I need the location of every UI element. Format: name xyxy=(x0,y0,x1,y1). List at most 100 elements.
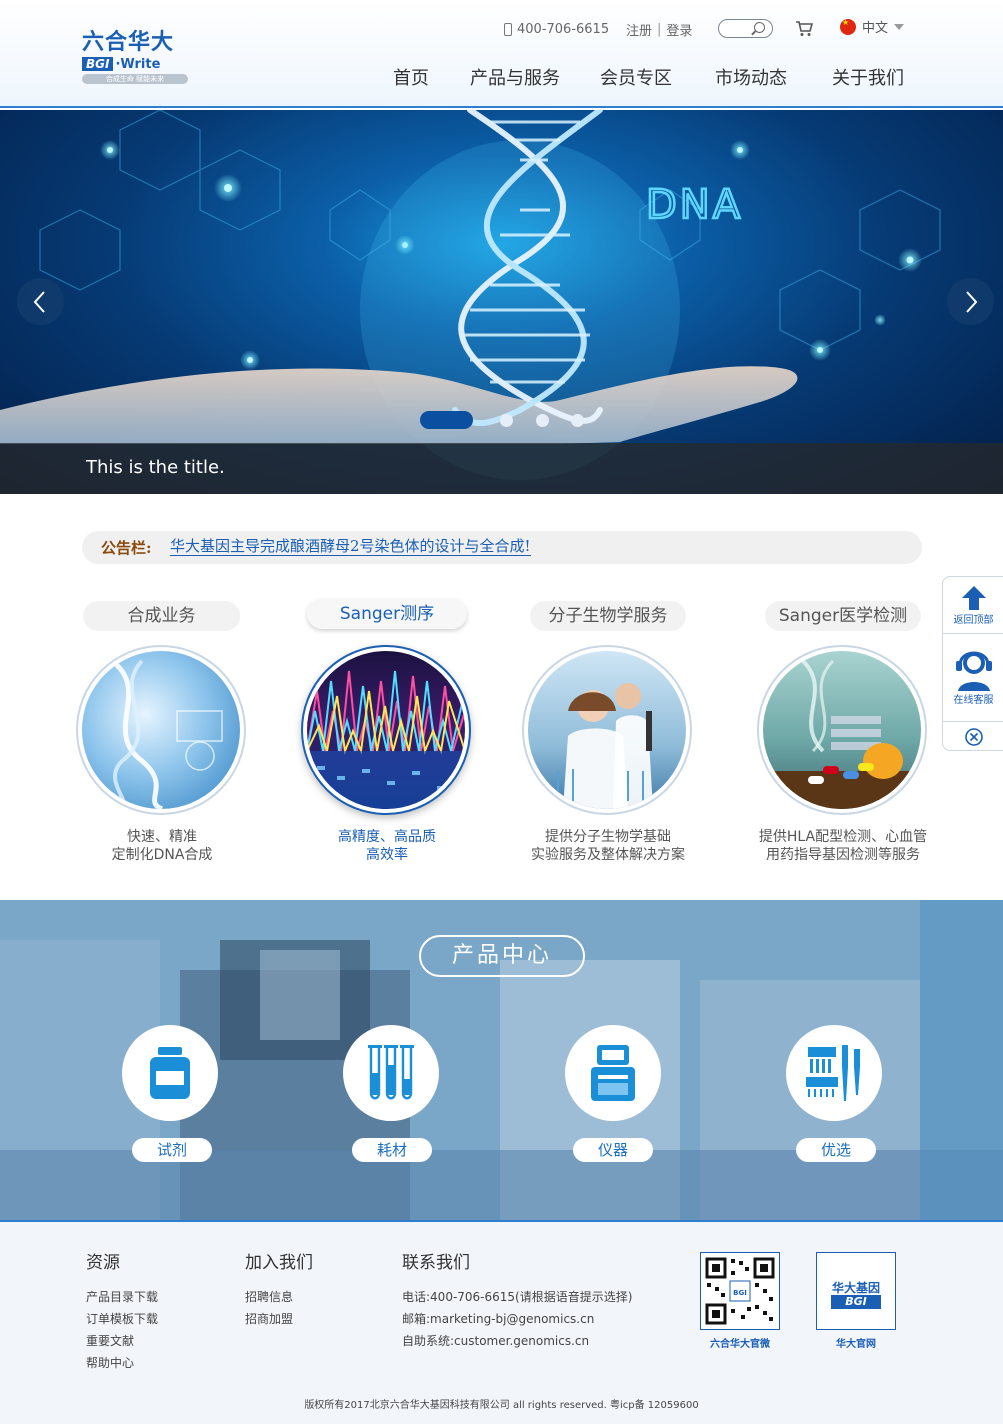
synthesis-description: 快速、精准 定制化DNA合成 xyxy=(52,828,272,864)
synthesis-desc-line1: 快速、精准 xyxy=(127,829,197,845)
close-icon xyxy=(964,728,983,746)
close-sidebar-button[interactable] xyxy=(943,727,1003,747)
footer-join-title: 加入我们 xyxy=(245,1253,313,1273)
banner-next-button[interactable] xyxy=(947,278,994,325)
footer-link-catalog[interactable]: 产品目录下载 xyxy=(86,1288,158,1305)
hero-banner[interactable]: DNA This is the title. xyxy=(0,110,1003,494)
banner-caption-bar: This is the title. xyxy=(0,443,1003,494)
nav-about-us[interactable]: 关于我们 xyxy=(832,64,904,90)
bgi-site-caption: 华大官网 xyxy=(836,1339,876,1350)
sidebar-divider xyxy=(943,721,1003,722)
banner-dot-1[interactable] xyxy=(420,411,473,429)
site-logo[interactable]: 六合华大 BGI ·Write 合成生命 赋能未来 xyxy=(82,30,190,88)
svg-text:BGI: BGI xyxy=(733,1289,747,1297)
medical-desc-line2: 用药指导基因检测等服务 xyxy=(766,847,920,863)
language-label: 中文 xyxy=(862,21,889,36)
tab-sanger-sequencing[interactable]: Sanger测序 xyxy=(307,599,467,629)
footer-link-order-template[interactable]: 订单模板下载 xyxy=(86,1310,158,1327)
instrument-icon xyxy=(591,1045,635,1101)
bgi-site-logo-box[interactable]: 华大基因 BGI xyxy=(816,1252,896,1330)
online-service-label: 在线客服 xyxy=(953,695,994,706)
phone-text: 400-706-6615 xyxy=(517,21,610,37)
footer-link-help[interactable]: 帮助中心 xyxy=(86,1354,134,1371)
floating-sidebar: 返回顶部 在线客服 xyxy=(942,576,1003,751)
logo-write: ·Write xyxy=(115,56,161,72)
consumables-button[interactable] xyxy=(343,1025,439,1121)
language-selector[interactable]: 中文 xyxy=(840,17,905,36)
chevron-down-icon xyxy=(894,23,905,30)
pipette-icon xyxy=(806,1045,860,1101)
footer-contact-email[interactable]: 邮箱:marketing-bj@genomics.cn xyxy=(402,1310,594,1327)
headset-agent-icon xyxy=(955,651,992,691)
preferred-label[interactable]: 优选 xyxy=(796,1138,876,1162)
reagent-button[interactable] xyxy=(122,1025,218,1121)
chevron-left-icon xyxy=(33,291,45,313)
dna-hand-illustration: DNA xyxy=(0,110,941,480)
footer-link-jobs[interactable]: 招聘信息 xyxy=(245,1288,293,1305)
synthesis-image[interactable] xyxy=(76,645,246,815)
search-input[interactable] xyxy=(718,19,773,38)
tab-molecular-biology[interactable]: 分子生物学服务 xyxy=(530,601,686,631)
banner-prev-button[interactable] xyxy=(17,278,64,325)
cart-icon[interactable] xyxy=(795,20,813,37)
chevron-right-icon xyxy=(966,291,978,313)
test-tubes-icon xyxy=(368,1045,414,1100)
tab-sanger-medical[interactable]: Sanger医学检测 xyxy=(765,601,921,631)
footer-contact-phone: 电话:400-706-6615(请根据语音提示选择) xyxy=(402,1290,633,1304)
footer-contact-self-service[interactable]: 自助系统:customer.genomics.cn xyxy=(402,1332,589,1349)
preferred-products-button[interactable] xyxy=(786,1025,882,1121)
nav-member-area[interactable]: 会员专区 xyxy=(600,64,672,90)
nav-home[interactable]: 首页 xyxy=(393,64,429,90)
logo-english: BGI ·Write xyxy=(82,56,190,72)
product-center-title: 产品中心 xyxy=(419,935,585,977)
sanger-sequencing-image[interactable] xyxy=(301,645,471,815)
qr-code-image: BGI xyxy=(705,1257,775,1325)
notice-link[interactable]: 华大基因主导完成酿酒酵母2号染色体的设计与全合成! xyxy=(170,537,531,556)
wechat-qr-code: BGI xyxy=(700,1252,780,1330)
arrow-up-icon xyxy=(961,586,986,610)
synthesis-desc-line2: 定制化DNA合成 xyxy=(111,847,213,863)
logo-bgi: BGI xyxy=(82,57,114,71)
banner-dot-3[interactable] xyxy=(536,414,549,427)
phone-number: 400-706-6615 xyxy=(504,18,609,40)
sanger-medical-image[interactable] xyxy=(757,645,927,815)
tab-synthesis[interactable]: 合成业务 xyxy=(83,601,240,631)
china-flag-icon xyxy=(840,18,856,35)
site-footer: 资源 产品目录下载 订单模板下载 重要文献 帮助中心 加入我们 招聘信息 招商加… xyxy=(0,1220,1003,1424)
back-to-top-button[interactable]: 返回顶部 xyxy=(943,583,1003,626)
sanger-medical-description: 提供HLA配型检测、心血管 用药指导基因检测等服务 xyxy=(733,828,953,864)
notice-bar: 公告栏: 华大基因主导完成酿酒酵母2号染色体的设计与全合成! xyxy=(82,531,922,564)
register-link[interactable]: 注册 xyxy=(626,20,652,39)
logo-slogan: 合成生命 赋能未来 xyxy=(82,74,188,84)
sanger-desc-line1: 高精度、高品质 xyxy=(338,829,436,845)
banner-caption: This is the title. xyxy=(86,457,225,478)
reagent-label[interactable]: 试剂 xyxy=(132,1138,212,1162)
online-service-button[interactable]: 在线客服 xyxy=(943,643,1003,706)
sidebar-divider xyxy=(943,633,1003,634)
lab-scientists-image xyxy=(557,683,653,809)
notice-label: 公告栏: xyxy=(101,539,152,557)
instruments-button[interactable] xyxy=(565,1025,661,1121)
sequencing-chromatogram-image xyxy=(307,670,465,809)
footer-link-literature[interactable]: 重要文献 xyxy=(86,1332,134,1349)
molecular-biology-description: 提供分子生物学基础 实验服务及整体解决方案 xyxy=(498,828,718,864)
nav-products-services[interactable]: 产品与服务 xyxy=(470,64,560,90)
banner-dot-4[interactable] xyxy=(571,414,584,427)
logo-chinese-name: 六合华大 xyxy=(82,30,175,55)
search-icon[interactable] xyxy=(754,22,765,33)
instruments-label[interactable]: 仪器 xyxy=(573,1138,653,1162)
molbio-desc-line2: 实验服务及整体解决方案 xyxy=(531,847,685,863)
nav-market-news[interactable]: 市场动态 xyxy=(715,64,787,90)
auth-divider: | xyxy=(657,21,662,37)
footer-link-partners[interactable]: 招商加盟 xyxy=(245,1310,293,1327)
banner-dot-2[interactable] xyxy=(500,414,513,427)
phone-icon xyxy=(504,22,512,36)
molecular-biology-image[interactable] xyxy=(522,645,692,815)
consumables-label[interactable]: 耗材 xyxy=(352,1138,432,1162)
bgi-logo-chinese: 华大基因 xyxy=(831,1281,880,1295)
footer-contact-title: 联系我们 xyxy=(402,1253,470,1273)
login-link[interactable]: 登录 xyxy=(666,20,692,39)
site-header: 六合华大 BGI ·Write 合成生命 赋能未来 400-706-6615 注… xyxy=(0,0,1003,108)
footer-resources-title: 资源 xyxy=(86,1253,120,1273)
reagent-bottle-icon xyxy=(150,1047,190,1099)
